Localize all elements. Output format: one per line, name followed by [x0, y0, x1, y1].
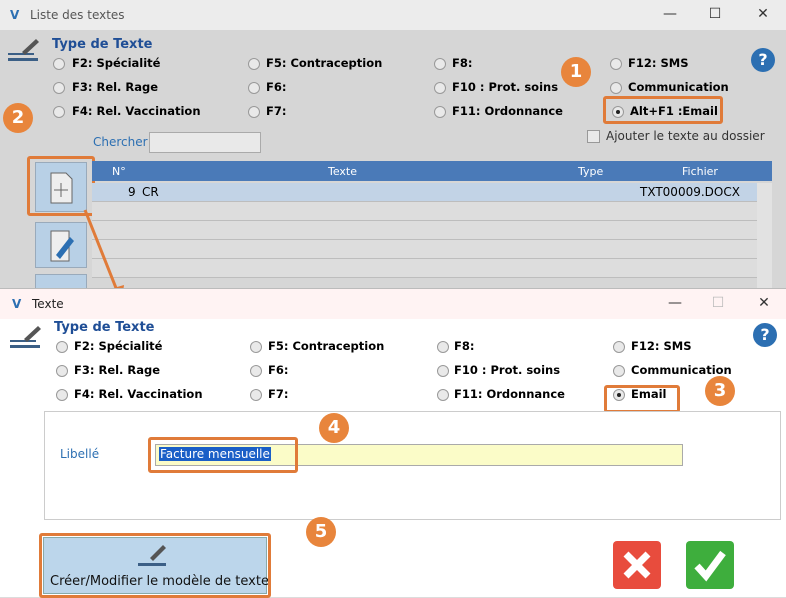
window-title: Liste des textes: [30, 8, 125, 22]
radio-f11[interactable]: [434, 106, 446, 118]
option-label: F3: Rel. Rage: [74, 363, 161, 377]
cell-num: 9: [128, 185, 136, 199]
highlight-email-option: [604, 385, 680, 413]
title-bar: V Texte — ☐ ✕: [0, 289, 786, 319]
option-label: F2: Spécialité: [74, 339, 163, 353]
radio-communication[interactable]: [613, 365, 625, 377]
libelle-label: Libellé: [60, 447, 100, 461]
option-label: F10 : Prot. soins: [452, 80, 559, 94]
radio-f11[interactable]: [437, 389, 449, 401]
step-badge: 1: [561, 57, 591, 87]
step-badge: 4: [319, 413, 349, 443]
app-icon: V: [10, 8, 20, 22]
highlight-libelle: [148, 437, 298, 473]
column-num[interactable]: N°: [112, 165, 126, 178]
text-dialog: V Texte — ☐ ✕ Type de Texte F2: Spéciali…: [0, 288, 786, 598]
text-editor-icon: [8, 39, 39, 61]
close-button[interactable]: ✕: [754, 295, 774, 313]
option-label: F3: Rel. Rage: [72, 80, 159, 94]
radio-f7[interactable]: [248, 106, 260, 118]
grid-scrollbar[interactable]: [757, 183, 772, 288]
option-label: F11: Ordonnance: [452, 104, 563, 118]
radio-f8[interactable]: [434, 58, 446, 70]
option-label: F12: SMS: [631, 339, 692, 353]
step-badge: 2: [3, 103, 33, 133]
close-x-icon: [623, 551, 651, 579]
search-label: Chercher: [93, 135, 148, 149]
column-fichier[interactable]: Fichier: [682, 165, 718, 178]
radio-f2[interactable]: [53, 58, 65, 70]
column-texte[interactable]: Texte: [328, 165, 357, 178]
table-row[interactable]: [92, 259, 757, 278]
maximize-button[interactable]: ☐: [705, 6, 725, 24]
cancel-button[interactable]: [613, 541, 661, 589]
table-row[interactable]: [92, 221, 757, 240]
radio-f7[interactable]: [250, 389, 262, 401]
edit-document-icon: [50, 230, 74, 262]
radio-f12[interactable]: [610, 58, 622, 70]
option-label: F7:: [268, 387, 289, 401]
radio-f8[interactable]: [437, 341, 449, 353]
highlight-create-button: [39, 533, 271, 598]
table-row[interactable]: [92, 202, 757, 221]
section-title: Type de Texte: [54, 320, 155, 335]
section-title: Type de Texte: [52, 37, 153, 52]
ok-button[interactable]: [686, 541, 734, 589]
option-label: F5: Contraception: [266, 56, 383, 70]
radio-f4[interactable]: [56, 389, 68, 401]
table-row[interactable]: 9 CR TXT00009.DOCX: [92, 183, 757, 202]
radio-f5[interactable]: [250, 341, 262, 353]
option-label: F11: Ordonnance: [454, 387, 565, 401]
option-label: F4: Rel. Vaccination: [72, 104, 201, 118]
close-button[interactable]: ✕: [753, 6, 773, 24]
add-to-folder-checkbox[interactable]: [587, 130, 600, 143]
radio-f2[interactable]: [56, 341, 68, 353]
option-label: F5: Contraception: [268, 339, 385, 353]
radio-f12[interactable]: [613, 341, 625, 353]
checkmark-icon: [694, 550, 726, 582]
option-label: F6:: [266, 80, 287, 94]
add-to-folder-label: Ajouter le texte au dossier: [606, 129, 765, 143]
step-badge: 3: [705, 376, 735, 406]
help-icon[interactable]: ?: [753, 323, 777, 347]
option-label: F12: SMS: [628, 56, 689, 70]
minimize-button[interactable]: —: [665, 295, 685, 313]
option-label: F6:: [268, 363, 289, 377]
title-bar: V Liste des textes — ☐ ✕: [0, 0, 786, 30]
app-icon: V: [12, 297, 22, 311]
radio-f3[interactable]: [56, 365, 68, 377]
maximize-button: ☐: [711, 295, 725, 311]
step-badge: 5: [306, 517, 336, 547]
search-input[interactable]: [149, 132, 261, 153]
option-label: F10 : Prot. soins: [454, 363, 561, 377]
minimize-button[interactable]: —: [660, 6, 680, 24]
option-label: Communication: [628, 80, 729, 94]
highlight-email-option: [603, 96, 723, 124]
option-label: F8:: [452, 56, 473, 70]
option-label: F2: Spécialité: [72, 56, 161, 70]
radio-f4[interactable]: [53, 106, 65, 118]
table-row[interactable]: [92, 240, 757, 259]
cell-fichier: TXT00009.DOCX: [640, 185, 740, 199]
option-label: Communication: [631, 363, 732, 377]
text-grid-header: N° Texte Type Fichier: [92, 161, 772, 181]
radio-f10[interactable]: [437, 365, 449, 377]
help-icon[interactable]: ?: [751, 48, 775, 72]
cell-texte: CR: [142, 185, 159, 199]
radio-f6[interactable]: [250, 365, 262, 377]
radio-communication[interactable]: [610, 82, 622, 94]
radio-f10[interactable]: [434, 82, 446, 94]
radio-f3[interactable]: [53, 82, 65, 94]
column-type[interactable]: Type: [578, 165, 603, 178]
radio-f5[interactable]: [248, 58, 260, 70]
dialog-title: Texte: [32, 297, 64, 311]
text-editor-icon: [10, 326, 41, 348]
radio-f6[interactable]: [248, 82, 260, 94]
option-label: F7:: [266, 104, 287, 118]
option-label: F4: Rel. Vaccination: [74, 387, 203, 401]
option-label: F8:: [454, 339, 475, 353]
